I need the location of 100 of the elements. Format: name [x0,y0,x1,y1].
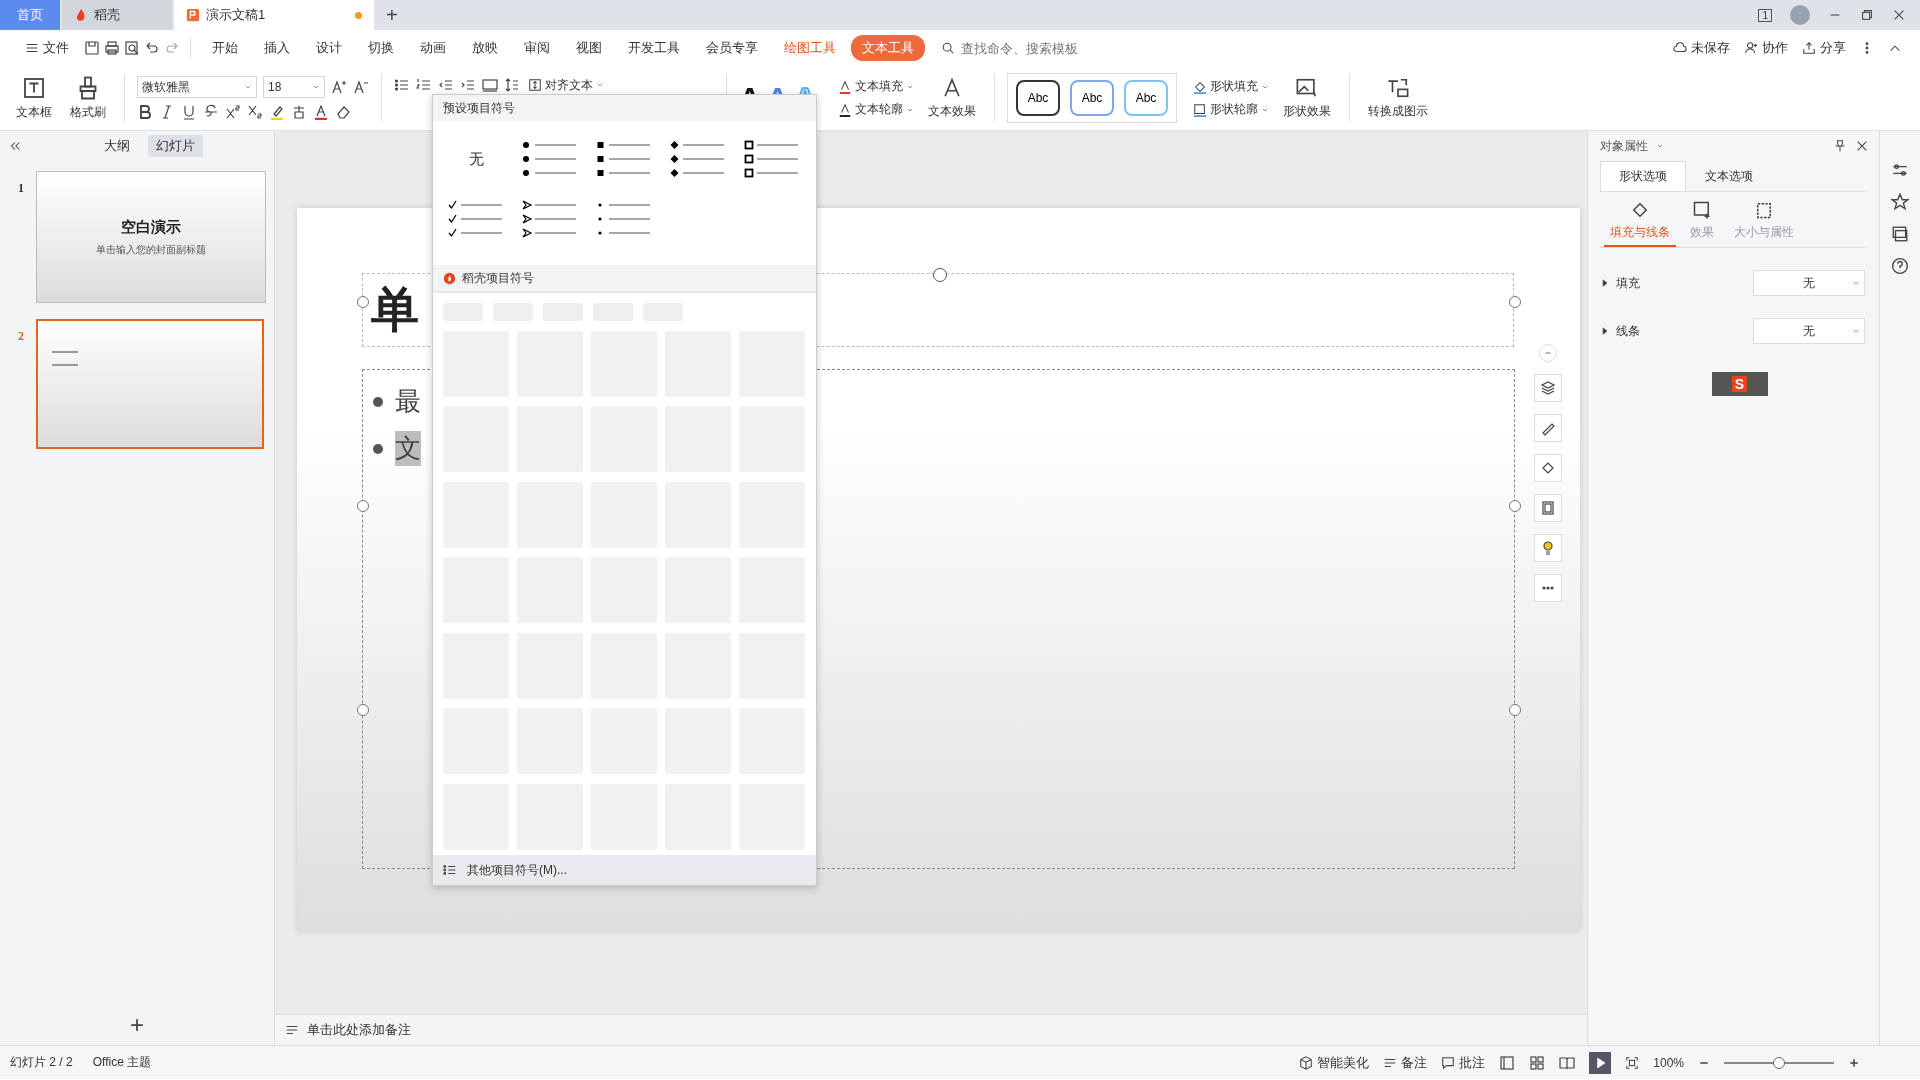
close-icon[interactable] [1855,139,1869,153]
save-status-button[interactable]: 未保存 [1673,39,1730,57]
new-tab-button[interactable]: + [376,0,408,30]
numbered-list-icon[interactable] [416,77,432,93]
highlighter-icon[interactable] [269,104,285,120]
shape-style-sample[interactable]: Abc [1016,80,1060,116]
eraser-icon[interactable] [335,104,351,120]
print-icon[interactable] [104,40,120,56]
help-icon[interactable] [1891,257,1909,275]
zoom-slider-thumb[interactable] [1773,1056,1785,1069]
strikethrough-icon[interactable] [203,104,219,120]
resize-handle[interactable] [357,500,369,512]
bold-icon[interactable] [137,104,153,120]
file-menu[interactable]: 文件 [14,35,80,61]
menu-tab[interactable]: 绘图工具 [773,35,847,61]
rotate-handle[interactable] [933,268,947,282]
menu-tab[interactable]: 放映 [461,35,509,61]
text-effect-button[interactable]: 文本效果 [922,74,982,122]
floating-tool-button[interactable] [1534,534,1562,562]
notes-field[interactable]: 单击此处添加备注 [275,1014,1587,1045]
window-count-badge[interactable]: 1 [1758,8,1772,22]
convert-to-diagram-button[interactable]: 转换成图示 [1362,74,1434,122]
menu-tab[interactable]: 插入 [253,35,301,61]
text-fill-button[interactable]: 文本填充 [836,78,916,95]
menu-tab[interactable]: 设计 [305,35,353,61]
floating-tool-button[interactable] [1534,374,1562,402]
font-color-icon[interactable] [313,104,329,120]
add-slide-button[interactable]: + [124,1010,150,1040]
play-icon[interactable] [1589,1051,1612,1074]
panel-title[interactable]: 对象属性 [1600,137,1648,155]
comments-button[interactable]: 批注 [1441,1053,1486,1072]
ime-toolbar[interactable]: S [1711,372,1768,396]
panel-tab[interactable]: 文本选项 [1686,161,1772,191]
menu-tab[interactable]: 审阅 [513,35,561,61]
format-painter-button[interactable]: 格式刷 [64,73,112,123]
more-bullets-button[interactable]: 其他项目符号(M)... [433,855,816,885]
resize-handle[interactable] [357,296,369,308]
subscript-icon[interactable] [247,104,263,120]
undo-icon[interactable] [144,40,160,56]
menu-tab[interactable]: 切换 [357,35,405,61]
floating-tool-button[interactable] [1534,414,1562,442]
shape-outline-button[interactable]: 形状轮廓 [1191,101,1271,118]
beautify-button[interactable]: 智能美化 [1299,1053,1370,1072]
font-dropdown[interactable]: 微软雅黑 [137,76,257,98]
shape-fill-button[interactable]: 形状填充 [1191,78,1271,95]
collapse-panel-icon[interactable] [8,139,22,153]
resize-handle[interactable] [1509,704,1521,716]
shrink-font-icon[interactable] [353,79,369,95]
save-icon[interactable] [84,40,100,56]
menu-tab[interactable]: 视图 [565,35,613,61]
resize-handle[interactable] [357,704,369,716]
superscript-icon[interactable] [225,104,241,120]
view-tab[interactable]: 幻灯片 [148,135,203,157]
grid-view-icon[interactable] [1529,1054,1546,1071]
text-outline-button[interactable]: 文本轮廓 [836,101,916,118]
share-button[interactable]: 分享 [1802,39,1846,57]
phonetic-icon[interactable] [291,104,307,120]
text-direction-icon[interactable] [482,77,498,93]
font-size-dropdown[interactable]: 18 [263,76,325,98]
zoom-in-icon[interactable] [1848,1056,1860,1069]
property-dropdown[interactable]: 无 [1753,318,1865,344]
grow-font-icon[interactable] [331,79,347,95]
reading-view-icon[interactable] [1559,1054,1576,1071]
property-tab[interactable]: 填充与线条 [1604,200,1676,247]
shape-effect-button[interactable]: 形状效果 [1277,74,1337,122]
slide-thumbnail[interactable] [36,319,264,449]
search-field[interactable]: 查找命令、搜索模板 [959,39,1123,57]
adjust-icon[interactable] [1891,161,1909,179]
textbox-button[interactable]: 文本框 [10,73,58,123]
property-label[interactable]: 填充 [1600,274,1640,292]
collaborate-button[interactable]: 协作 [1744,39,1788,57]
align-text-button[interactable]: 对齐文本 [526,76,606,94]
bullet-style-option[interactable]: 无 [441,131,511,187]
panel-tab[interactable]: 形状选项 [1600,161,1686,191]
slide-thumbnail[interactable]: 空白演示 单击输入您的封面副标题 [35,171,266,303]
pin-icon[interactable] [1833,139,1847,153]
zoom-level[interactable]: 100% [1653,1055,1684,1070]
shape-style-sample[interactable]: Abc [1124,80,1168,116]
close-icon[interactable] [1892,8,1906,22]
increase-indent-icon[interactable] [460,77,476,93]
view-tab[interactable]: 大纲 [96,135,138,157]
normal-view-icon[interactable] [1499,1054,1516,1071]
underline-icon[interactable] [181,104,197,120]
decrease-indent-icon[interactable] [438,77,454,93]
property-label[interactable]: 线条 [1600,322,1640,340]
menu-tab[interactable]: 开始 [201,35,249,61]
property-dropdown[interactable]: 无 [1753,270,1865,296]
slides-icon[interactable] [1891,225,1909,243]
notes-button[interactable]: 备注 [1383,1053,1428,1072]
document-tab[interactable]: 演示文稿1 [174,0,374,30]
print-preview-icon[interactable] [124,40,140,56]
line-spacing-icon[interactable] [504,77,520,93]
menu-tab[interactable]: 动画 [409,35,457,61]
resize-handle[interactable] [1509,500,1521,512]
star-icon[interactable] [1891,193,1909,211]
menu-tab[interactable]: 会员专享 [695,35,769,61]
fit-window-icon[interactable] [1625,1055,1640,1070]
floating-tool-button[interactable] [1534,454,1562,482]
document-tab[interactable]: 稻壳 [62,0,172,30]
menu-tab[interactable]: 开发工具 [617,35,691,61]
